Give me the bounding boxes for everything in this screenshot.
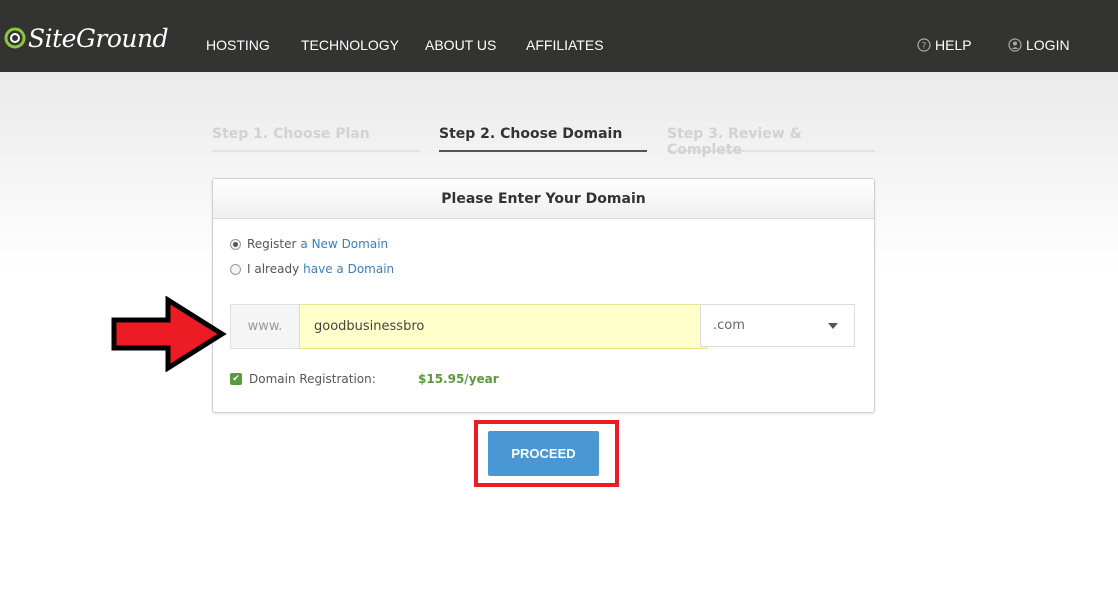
user-icon [1008,38,1022,52]
tld-select[interactable]: .com [700,304,855,347]
svg-text:?: ? [922,42,927,52]
new-domain-link[interactable]: a New Domain [300,237,388,251]
step-review-complete: Step 3. Review & Complete [667,126,875,158]
chevron-down-icon [828,322,838,329]
checkmark-icon: ✔ [232,374,240,384]
step-choose-domain: Step 2. Choose Domain [439,126,647,152]
register-prefix: Register [247,237,297,251]
siteground-logo[interactable]: SiteGround [4,22,169,54]
help-icon: ? [917,38,931,52]
domain-registration-row: ✔ Domain Registration: [230,372,376,386]
tld-selected-value: .com [713,318,745,333]
registration-label: Domain Registration: [249,372,376,386]
nav-hosting[interactable]: HOSTING [206,37,270,53]
www-prefix: www. [230,304,299,349]
register-new-domain-option[interactable]: Register a New Domain [230,237,388,251]
radio-register-selected[interactable] [230,238,241,250]
domain-panel: Please Enter Your Domain Register a New … [212,178,875,413]
proceed-button[interactable]: PROCEED [488,431,599,476]
login-label: LOGIN [1026,37,1070,53]
existing-domain-option[interactable]: I already have a Domain [230,262,394,276]
radio-existing[interactable] [230,263,241,275]
have-domain-link[interactable]: have a Domain [303,262,394,276]
panel-title: Please Enter Your Domain [213,179,874,219]
registration-price: $15.95/year [418,372,499,386]
step-choose-plan: Step 1. Choose Plan [212,126,420,152]
help-label: HELP [935,37,972,53]
login-link[interactable]: LOGIN [1008,37,1070,53]
logo-text: SiteGround [28,23,169,53]
nav-technology[interactable]: TECHNOLOGY [301,37,399,53]
help-link[interactable]: ? HELP [917,37,972,53]
registration-checkbox[interactable]: ✔ [230,373,242,385]
top-navigation-bar: SiteGround HOSTING TECHNOLOGY ABOUT US A… [0,0,1118,72]
existing-prefix: I already [247,262,300,276]
domain-name-input[interactable] [299,304,708,349]
siteground-logo-icon [4,27,26,49]
red-arrow-annotation [111,296,227,372]
nav-about-us[interactable]: ABOUT US [425,37,496,53]
nav-affiliates[interactable]: AFFILIATES [526,37,604,53]
